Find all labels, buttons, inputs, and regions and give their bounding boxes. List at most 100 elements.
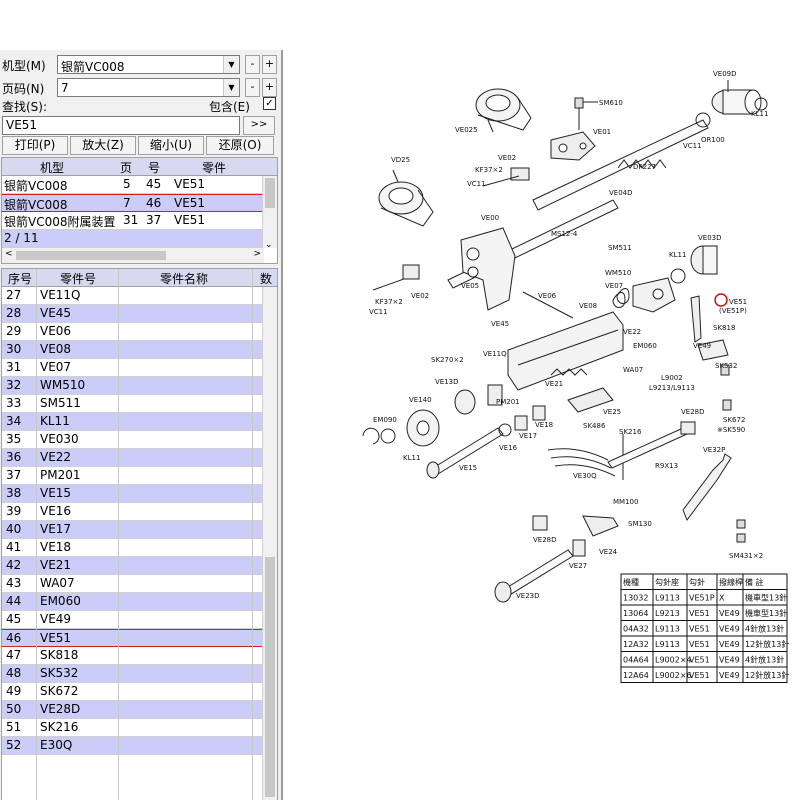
include-checkbox[interactable]: ✓ [263, 97, 276, 110]
parts-row[interactable]: 27 VE11Q [2, 287, 277, 305]
diagram-label[interactable]: SM511 [608, 244, 632, 252]
parts-row[interactable]: 49 SK672 [2, 683, 277, 701]
diagram-label[interactable]: WM510 [605, 269, 631, 277]
diagram-label[interactable]: KL11 [403, 454, 420, 462]
diagram-label[interactable]: VE27 [569, 562, 587, 570]
parts-row[interactable]: 42 VE21 [2, 557, 277, 575]
diagram-label[interactable]: VE25 [603, 408, 621, 416]
parts-row[interactable]: 33 SM511 [2, 395, 277, 413]
model-plus-button[interactable]: + [262, 55, 277, 74]
parts-row[interactable]: 43 WA07 [2, 575, 277, 593]
diagram-label[interactable]: DP227 [633, 163, 656, 171]
diagram-label[interactable]: MM100 [613, 498, 638, 506]
diagram-label[interactable]: VE06 [538, 292, 557, 300]
print-button[interactable]: 打印(P) [2, 136, 68, 155]
diagram-label[interactable]: VE02 [498, 154, 516, 162]
diagram-label[interactable]: SM431×2 [729, 552, 763, 560]
diagram-label[interactable]: EM060 [633, 342, 657, 350]
chevron-right-icon[interactable]: > [253, 249, 261, 259]
parts-row[interactable]: 52 E30Q [2, 737, 277, 755]
diagram-label[interactable]: SK532 [715, 362, 737, 370]
diagram-label[interactable]: SM130 [628, 520, 652, 528]
diagram-label[interactable]: VE45 [491, 320, 509, 328]
parts-row[interactable]: 37 PM201 [2, 467, 277, 485]
parts-row[interactable]: 36 VE22 [2, 449, 277, 467]
restore-button[interactable]: 还原(O) [206, 136, 274, 155]
diagram-label[interactable]: VE49 [693, 342, 711, 350]
chevron-down-icon[interactable]: ⌄ [265, 240, 273, 250]
diagram-label[interactable]: VE03D [698, 234, 722, 242]
diagram-label[interactable]: KL11 [669, 251, 686, 259]
model-minus-button[interactable]: - [245, 55, 260, 74]
parts-row[interactable]: 50 VE28D [2, 701, 277, 719]
zoom-in-button[interactable]: 放大(Z) [70, 136, 136, 155]
chevron-left-icon[interactable]: < [5, 249, 13, 259]
diagram-label[interactable]: VE02 [411, 292, 429, 300]
parts-row[interactable]: 38 VE15 [2, 485, 277, 503]
diagram-label[interactable]: EM090 [373, 416, 397, 424]
diagram-label[interactable]: VE13D [435, 378, 459, 386]
results-row[interactable]: 银箭VC008 5 45 VE51 [2, 176, 277, 194]
diagram-label[interactable]: L9213/L9113 [649, 384, 695, 392]
diagram-label[interactable]: VE07 [605, 282, 623, 290]
diagram-label[interactable]: (VE51P) [719, 307, 747, 315]
results-hscroll[interactable]: < > [2, 248, 264, 263]
diagram-label[interactable]: PM201 [496, 398, 520, 406]
chevron-down-icon[interactable]: ▼ [223, 79, 239, 96]
diagram-label[interactable]: VE30Q [573, 472, 597, 480]
diagram-label[interactable]: SK672 [723, 416, 745, 424]
diagram-label[interactable]: VE00 [481, 214, 499, 222]
diagram-label[interactable]: SK216 [619, 428, 642, 436]
zoom-out-button[interactable]: 缩小(U) [138, 136, 204, 155]
results-vscroll[interactable]: ⌄ [262, 176, 277, 250]
diagram-label[interactable]: VE11Q [483, 350, 507, 358]
diagram-label[interactable]: VC11 [467, 180, 486, 188]
diagram-label[interactable]: SK486 [583, 422, 606, 430]
diagram-label[interactable]: VD25 [391, 156, 410, 164]
diagram-label[interactable]: VE28D [533, 536, 557, 544]
diagram-label[interactable]: SK270×2 [431, 356, 464, 364]
page-combo[interactable]: 7 ▼ [57, 78, 240, 97]
diagram-label[interactable]: VE51 [729, 298, 747, 306]
diagram-label[interactable]: VE16 [499, 444, 518, 452]
results-hscroll-thumb[interactable] [16, 251, 166, 260]
model-combo[interactable]: 银箭VC008 ▼ [57, 55, 240, 74]
parts-row[interactable]: 30 VE08 [2, 341, 277, 359]
results-row[interactable]: 银箭VC008附属装置 31 37 VE51 [2, 212, 277, 230]
diagram-label[interactable]: VE025 [455, 126, 478, 134]
diagram-label[interactable]: R9X13 [655, 462, 678, 470]
diagram-label[interactable]: L9002 [661, 374, 683, 382]
diagram-label[interactable]: VE09D [713, 70, 737, 78]
diagram-label[interactable]: VE18 [535, 421, 553, 429]
diagram-label[interactable]: OR100 [701, 136, 725, 144]
results-row-selected[interactable]: 银箭VC008 7 46 VE51 [2, 194, 277, 212]
page-minus-button[interactable]: - [245, 78, 260, 97]
diagram-label[interactable]: SK818 [713, 324, 735, 332]
diagram-label[interactable]: KF37×2 [375, 298, 403, 306]
diagram-label[interactable]: VE140 [409, 396, 432, 404]
diagram-label[interactable]: VE32P [703, 446, 725, 454]
parts-row-selected[interactable]: 46 VE51 [2, 629, 277, 647]
parts-vscroll-thumb[interactable] [265, 557, 275, 797]
results-vscroll-thumb[interactable] [265, 178, 275, 208]
parts-row[interactable]: 31 VE07 [2, 359, 277, 377]
parts-row[interactable]: 29 VE06 [2, 323, 277, 341]
diagram-label[interactable]: VE05 [461, 282, 479, 290]
parts-row[interactable]: 32 WM510 [2, 377, 277, 395]
exploded-diagram[interactable]: VE09D SM610 VE01 KL11 OR100 VC11 VE025 V… [283, 50, 800, 800]
page-plus-button[interactable]: + [262, 78, 277, 97]
parts-row[interactable]: 40 VE17 [2, 521, 277, 539]
diagram-label[interactable]: VC11 [683, 142, 702, 150]
search-go-button[interactable]: >> [243, 116, 275, 135]
diagram-label[interactable]: VE24 [599, 548, 618, 556]
diagram-label[interactable]: VE15 [459, 464, 477, 472]
diagram-label[interactable]: SM610 [599, 99, 623, 107]
diagram-label[interactable]: ※SK590 [717, 426, 745, 434]
diagram-label[interactable]: VE23D [516, 592, 540, 600]
chevron-down-icon[interactable]: ▼ [223, 56, 239, 73]
parts-row[interactable]: 35 VE030 [2, 431, 277, 449]
parts-row[interactable]: 39 VE16 [2, 503, 277, 521]
diagram-label[interactable]: VE08 [579, 302, 597, 310]
parts-row[interactable]: 28 VE45 [2, 305, 277, 323]
diagram-label[interactable]: KF37×2 [475, 166, 503, 174]
